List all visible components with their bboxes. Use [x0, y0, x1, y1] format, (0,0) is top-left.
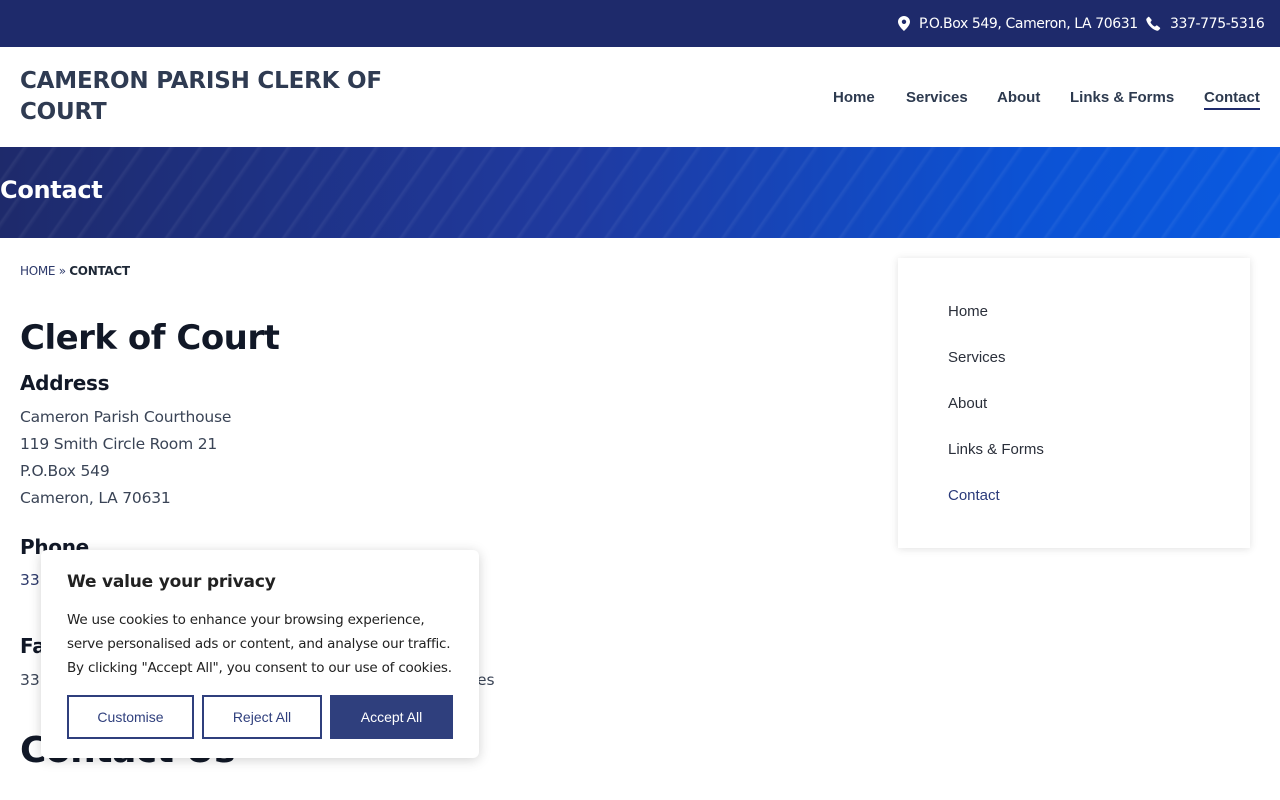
nav-home[interactable]: Home: [833, 89, 875, 106]
topbar-phone-text: 337-775-5316: [1170, 15, 1265, 32]
phone-icon: [1146, 16, 1161, 31]
hero-pattern: [0, 147, 1280, 238]
reject-all-button[interactable]: Reject All: [202, 695, 322, 739]
sidebar-item-about[interactable]: About: [948, 395, 987, 412]
top-bar: P.O.Box 549, Cameron, LA 70631 337-775-5…: [0, 0, 1280, 47]
cookie-consent-banner: We value your privacy We use cookies to …: [41, 550, 479, 758]
map-pin-icon: [898, 16, 910, 31]
cookie-title: We value your privacy: [67, 572, 276, 592]
address-block: Cameron Parish Courthouse 119 Smith Circ…: [20, 404, 231, 512]
hero-title: Contact: [0, 176, 103, 204]
topbar-phone[interactable]: 337-775-5316: [1146, 0, 1265, 47]
site-header: CAMERON PARISH CLERK OF COURT Home Servi…: [0, 47, 1280, 147]
fax-value-tail: es: [477, 671, 495, 689]
breadcrumb-home[interactable]: HOME: [20, 264, 56, 278]
cookie-body: We use cookies to enhance your browsing …: [67, 612, 452, 676]
breadcrumb: HOME » CONTACT: [20, 264, 130, 278]
breadcrumb-separator: »: [58, 264, 66, 278]
nav-services[interactable]: Services: [906, 89, 968, 106]
sidebar-item-links-forms[interactable]: Links & Forms: [948, 441, 1044, 458]
page-heading: Clerk of Court: [20, 318, 280, 358]
topbar-address[interactable]: P.O.Box 549, Cameron, LA 70631: [898, 0, 1138, 47]
page-hero-banner: Contact: [0, 147, 1280, 238]
address-line: 119 Smith Circle Room 21: [20, 435, 218, 453]
nav-contact[interactable]: Contact: [1204, 89, 1260, 110]
sidebar-menu: Home Services About Links & Forms Contac…: [898, 258, 1250, 548]
sidebar-item-services[interactable]: Services: [948, 349, 1006, 366]
site-title[interactable]: CAMERON PARISH CLERK OF COURT: [20, 66, 440, 128]
topbar-address-text: P.O.Box 549, Cameron, LA 70631: [919, 15, 1138, 32]
sidebar-item-home[interactable]: Home: [948, 303, 988, 320]
nav-links-forms[interactable]: Links & Forms: [1070, 89, 1174, 106]
address-line: Cameron Parish Courthouse: [20, 408, 232, 426]
customise-button[interactable]: Customise: [67, 695, 194, 739]
address-line: P.O.Box 549: [20, 462, 110, 480]
address-heading: Address: [20, 371, 110, 395]
nav-about[interactable]: About: [997, 89, 1040, 106]
breadcrumb-current: CONTACT: [69, 264, 130, 278]
address-line: Cameron, LA 70631: [20, 489, 171, 507]
accept-all-button[interactable]: Accept All: [330, 695, 453, 739]
sidebar-item-contact[interactable]: Contact: [948, 487, 1000, 504]
